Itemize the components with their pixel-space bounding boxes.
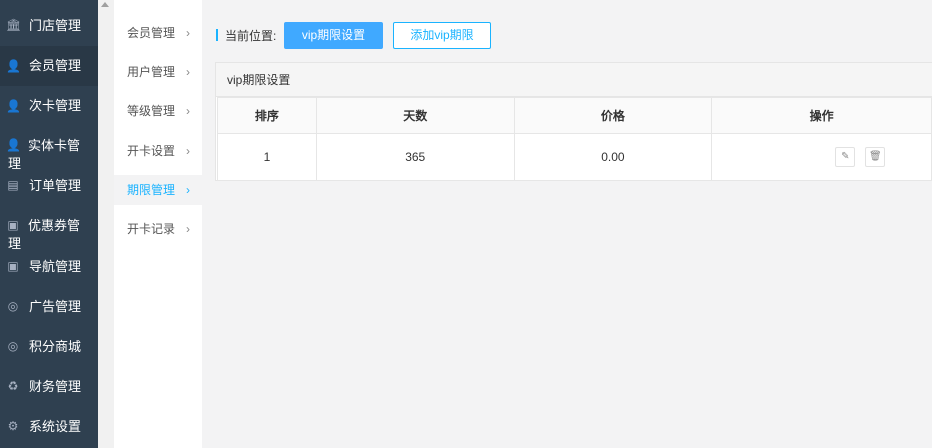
sidebar-item-label: 次卡管理 <box>29 98 82 113</box>
file-icon: ▤ <box>7 178 19 192</box>
vip-term-panel: vip期限设置 排序 天数 价格 操作 1 365 0.00 ✎ 🗑 <box>215 62 932 181</box>
chevron-right-icon: › <box>186 183 190 197</box>
sidebar-item-store[interactable]: 🏛 门店管理 <box>0 6 98 46</box>
lifebuoy-icon: ◎ <box>7 299 19 313</box>
submenu-item-label: 等级管理 <box>127 104 176 118</box>
cell-actions: ✎ 🗑 <box>711 133 932 181</box>
submenu-item-card-records[interactable]: 开卡记录 › <box>114 214 202 244</box>
column-header-days: 天数 <box>315 97 515 134</box>
bank-icon: 🏛 <box>6 18 22 32</box>
submenu-item-label: 开卡设置 <box>127 144 176 158</box>
vip-term-table: 排序 天数 价格 操作 1 365 0.00 ✎ 🗑 <box>217 97 932 181</box>
table-row: 1 365 0.00 ✎ 🗑 <box>217 133 932 181</box>
sidebar-item-finance[interactable]: ♻ 财务管理 <box>0 367 98 407</box>
sidebar-item-ads[interactable]: ◎ 广告管理 <box>0 287 98 327</box>
sidebar-item-settings[interactable]: ⚙ 系统设置 <box>0 407 98 447</box>
add-vip-term-button[interactable]: 添加vip期限 <box>393 22 491 49</box>
cell-price: 0.00 <box>513 133 713 181</box>
chevron-right-icon: › <box>186 222 190 236</box>
sidebar-item-label: 门店管理 <box>29 18 82 33</box>
sidebar-item-label: 订单管理 <box>29 178 82 193</box>
sub-menu: 会员管理 › 用户管理 › 等级管理 › 开卡设置 › 期限管理 › 开卡记录 … <box>114 0 202 448</box>
action-group: ✎ 🗑 <box>712 134 931 180</box>
sidebar-item-orders[interactable]: ▤ 订单管理 <box>0 166 98 206</box>
submenu-item-member-manage[interactable]: 会员管理 › <box>114 18 202 48</box>
submenu-item-label: 用户管理 <box>127 65 176 79</box>
submenu-item-label: 会员管理 <box>127 26 176 40</box>
gear-icon: ⚙ <box>7 419 19 433</box>
user-icon: 👤 <box>6 99 21 113</box>
scroll-up-arrow-icon[interactable] <box>101 2 109 7</box>
chevron-right-icon: › <box>186 65 190 79</box>
sidebar-item-navigation[interactable]: ▣ 导航管理 <box>0 247 98 287</box>
recycle-icon: ♻ <box>7 379 19 393</box>
delete-trash-icon[interactable]: 🗑 <box>865 147 886 167</box>
cell-order: 1 <box>217 133 317 181</box>
breadcrumb-label: 当前位置: <box>225 29 277 43</box>
submenu-item-card-settings[interactable]: 开卡设置 › <box>114 136 202 166</box>
sidebar-item-points-mall[interactable]: ◎ 积分商城 <box>0 327 98 367</box>
cell-days: 365 <box>315 133 515 181</box>
submenu-item-label: 开卡记录 <box>127 222 176 236</box>
sidebar-item-label: 系统设置 <box>29 419 82 434</box>
column-header-price: 价格 <box>513 97 713 134</box>
sidebar-scrollbar[interactable] <box>98 0 114 448</box>
edit-pencil-icon[interactable]: ✎ <box>835 147 856 167</box>
chevron-right-icon: › <box>186 26 190 40</box>
user-icon: 👤 <box>6 59 21 73</box>
vip-term-settings-button[interactable]: vip期限设置 <box>284 22 383 49</box>
sidebar-item-member[interactable]: 👤 会员管理 <box>0 46 98 86</box>
sidebar-item-label: 财务管理 <box>29 379 82 394</box>
breadcrumb-accent-bar <box>216 29 218 41</box>
chevron-right-icon: › <box>186 144 190 158</box>
sidebar-item-label: 广告管理 <box>29 299 82 314</box>
table-header-row: 排序 天数 价格 操作 <box>217 97 932 134</box>
money-icon: ▣ <box>7 259 19 273</box>
submenu-item-term-manage[interactable]: 期限管理 › <box>114 175 202 205</box>
lifebuoy-icon: ◎ <box>7 339 19 353</box>
sidebar-item-label: 积分商城 <box>29 339 82 354</box>
submenu-item-label: 期限管理 <box>127 183 176 197</box>
column-header-actions: 操作 <box>711 97 932 134</box>
submenu-item-user-manage[interactable]: 用户管理 › <box>114 57 202 87</box>
chevron-right-icon: › <box>186 104 190 118</box>
sidebar-item-label: 导航管理 <box>29 259 82 274</box>
main-sidebar: 🏛 门店管理 👤 会员管理 👤 次卡管理 👤 实体卡管理 ▤ 订单管理 ▣ 优惠… <box>0 0 98 448</box>
sidebar-item-times-card[interactable]: 👤 次卡管理 <box>0 86 98 126</box>
sidebar-item-label: 会员管理 <box>29 58 82 73</box>
submenu-item-level-manage[interactable]: 等级管理 › <box>114 96 202 126</box>
panel-title: vip期限设置 <box>216 63 932 97</box>
column-header-order: 排序 <box>217 97 317 134</box>
